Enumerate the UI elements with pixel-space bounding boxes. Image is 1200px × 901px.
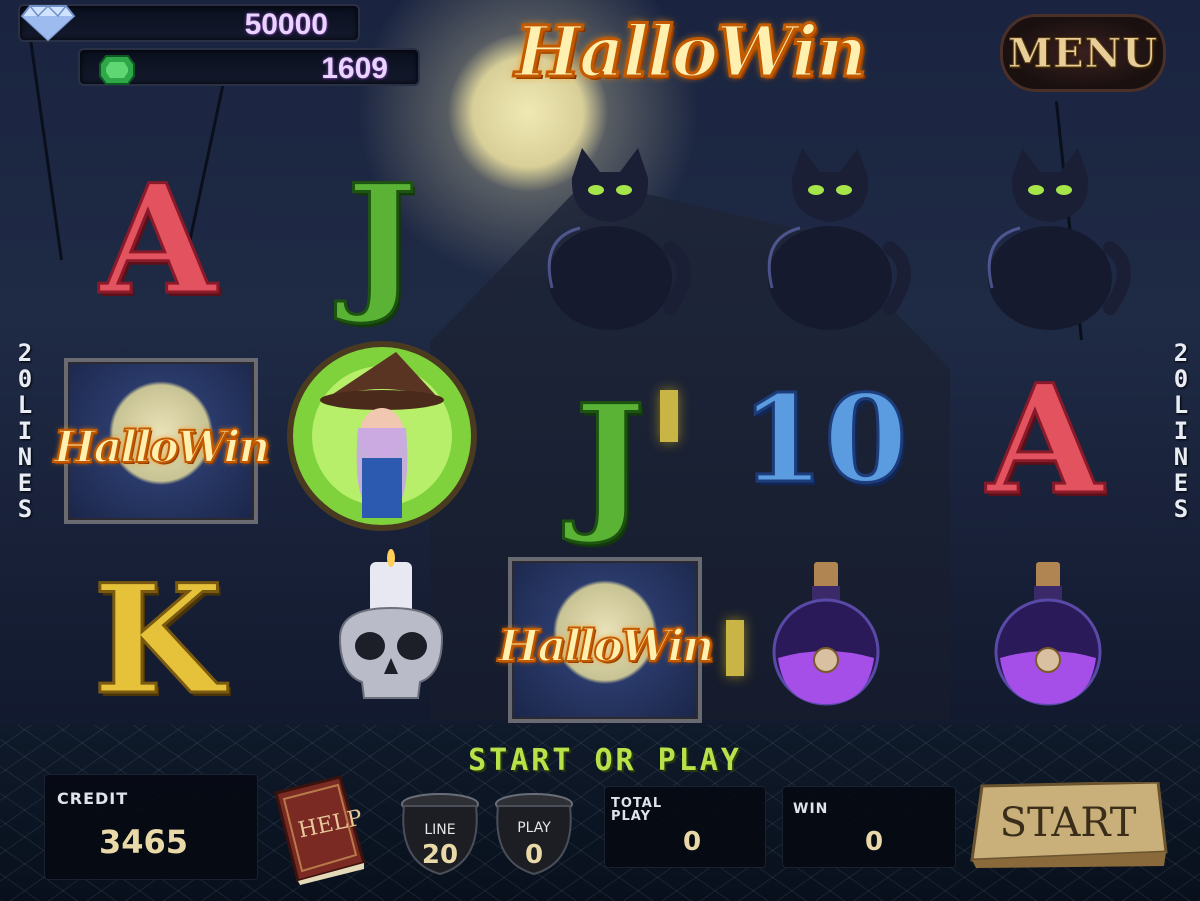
black-cat-icon bbox=[767, 148, 911, 330]
lines-char: I bbox=[17, 417, 33, 445]
win-value: 0 bbox=[865, 827, 884, 857]
credit-value: 3465 bbox=[99, 823, 189, 861]
credit-box: CREDIT 3465 bbox=[44, 774, 258, 880]
lines-char: 2 bbox=[17, 339, 33, 367]
symbol-j-text: J bbox=[345, 152, 419, 328]
symbol-k-text: K bbox=[91, 552, 224, 728]
game-logo: HalloWin bbox=[513, 9, 868, 95]
skull-candle-icon bbox=[338, 549, 444, 699]
win-box: WIN 0 bbox=[782, 786, 956, 868]
line-value: 20 bbox=[421, 840, 459, 870]
lines-char: S bbox=[17, 495, 33, 523]
diamond-icon bbox=[20, 4, 76, 42]
lines-char: I bbox=[1173, 417, 1189, 445]
total-play-value: 0 bbox=[683, 827, 702, 857]
game-screen: 50000 1609 HalloWin MENU 2 0 L I N E S 2… bbox=[0, 0, 1200, 901]
menu-button[interactable]: MENU bbox=[1000, 14, 1166, 92]
hallowin-tile-text: HalloWin bbox=[53, 421, 271, 474]
lines-char: 2 bbox=[1173, 339, 1189, 367]
win-label: WIN bbox=[793, 801, 829, 817]
reel-symbol-a: A bbox=[58, 145, 258, 335]
emerald-balance-value: 1609 bbox=[321, 52, 388, 85]
symbol-j-text: J bbox=[573, 372, 647, 548]
play-label: PLAY bbox=[517, 820, 551, 836]
hallowin-tile-text: HalloWin bbox=[497, 620, 715, 673]
lines-char: L bbox=[17, 391, 33, 419]
reel-symbol-ten: 10 bbox=[724, 345, 924, 535]
reel-symbol-j: J bbox=[282, 145, 482, 335]
lines-char: E bbox=[1173, 469, 1189, 497]
witch-icon bbox=[287, 341, 477, 531]
play-selector-button[interactable]: PLAY 0 bbox=[492, 792, 576, 880]
reel-symbol-k: K bbox=[58, 545, 258, 735]
menu-button-label: MENU bbox=[1007, 29, 1159, 77]
black-cat-icon bbox=[987, 148, 1131, 330]
reel-symbol-a: A bbox=[945, 345, 1145, 535]
reel-symbol-j: J bbox=[510, 365, 710, 555]
line-label: LINE bbox=[424, 822, 456, 838]
lines-label-left: 2 0 L I N E S bbox=[12, 340, 38, 522]
total-play-label: TOTAL PLAY bbox=[611, 797, 662, 823]
potion-icon bbox=[772, 562, 880, 706]
lines-char: S bbox=[1173, 495, 1189, 523]
total-play-box: TOTAL PLAY 0 bbox=[604, 786, 766, 868]
potion-icon bbox=[994, 562, 1102, 706]
hallowin-wild-tile: HalloWin bbox=[53, 358, 271, 524]
lines-char: L bbox=[1173, 391, 1189, 419]
lines-char: E bbox=[17, 469, 33, 497]
emerald-icon bbox=[99, 55, 135, 85]
start-or-play-prompt: START OR PLAY bbox=[468, 743, 742, 778]
house-window bbox=[726, 620, 744, 676]
black-cat-icon bbox=[547, 148, 691, 330]
start-button[interactable]: START bbox=[968, 780, 1168, 868]
lines-label-right: 2 0 L I N E S bbox=[1168, 340, 1194, 522]
lines-char: 0 bbox=[17, 365, 33, 393]
symbol-a-text: A bbox=[98, 152, 217, 328]
play-sub-label: PLAY bbox=[611, 809, 652, 824]
symbol-ten-text: 10 bbox=[739, 369, 909, 510]
hallowin-wild-tile: HalloWin bbox=[497, 557, 715, 723]
diamond-balance-value: 50000 bbox=[244, 8, 328, 41]
lines-char: N bbox=[17, 443, 33, 471]
lines-char: N bbox=[1173, 443, 1189, 471]
play-value: 0 bbox=[524, 840, 544, 870]
credit-label: CREDIT bbox=[57, 789, 129, 808]
line-selector-button[interactable]: LINE 20 bbox=[398, 792, 482, 880]
start-button-label: START bbox=[999, 800, 1137, 846]
symbol-a-text: A bbox=[985, 352, 1104, 528]
lines-char: 0 bbox=[1173, 365, 1189, 393]
